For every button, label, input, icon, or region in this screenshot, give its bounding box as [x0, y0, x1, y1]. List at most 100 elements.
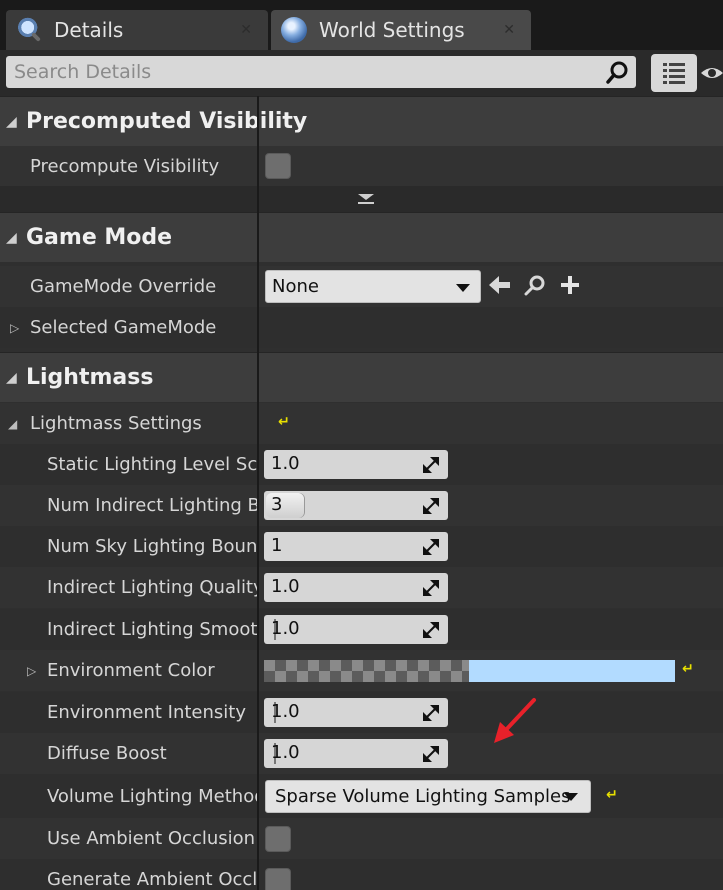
property-row[interactable]: ▷ Selected GameMode — [0, 307, 723, 348]
tab-details-label: Details — [54, 18, 124, 42]
property-label: Num Sky Lighting Bounces — [47, 536, 257, 557]
property-label: Lightmass Settings — [30, 413, 202, 434]
category-precomputed-visibility[interactable]: ◢ Precomputed Visibility — [0, 96, 723, 146]
advanced-expander[interactable] — [0, 186, 723, 212]
field-value: 1.0 — [271, 742, 300, 763]
browse-icon[interactable] — [524, 274, 546, 296]
plus-icon[interactable] — [559, 274, 581, 296]
expand-arrows-icon — [423, 622, 439, 638]
field-value: 1.0 — [271, 701, 300, 722]
expand-arrow-icon[interactable]: ▷ — [27, 664, 36, 678]
property-row[interactable]: ◢ Lightmass Settings ↵ — [0, 403, 723, 444]
field-value: 3 — [271, 494, 283, 515]
chevron-down-icon — [456, 284, 470, 292]
collapse-arrow-icon[interactable]: ◢ — [8, 417, 17, 431]
category-title: Game Mode — [26, 225, 173, 250]
expand-arrows-icon — [423, 746, 439, 762]
search-input[interactable] — [6, 61, 596, 83]
field-value: 1 — [271, 535, 283, 556]
collapse-arrow-icon: ◢ — [6, 229, 17, 246]
property-label: Environment Color — [47, 660, 215, 681]
property-label: Indirect Lighting Quality — [47, 577, 257, 598]
tab-details[interactable]: Details ✕ — [6, 10, 268, 50]
precompute-visibility-checkbox[interactable] — [265, 153, 291, 179]
expand-arrow-icon[interactable]: ▷ — [10, 321, 19, 335]
reset-to-default-icon[interactable]: ↵ — [682, 661, 694, 677]
volume-lighting-method-dropdown[interactable]: Sparse Volume Lighting Samples — [265, 780, 591, 813]
property-label: Use Ambient Occlusion — [47, 828, 256, 849]
property-row: Indirect Lighting Smoothness 1.0 — [0, 609, 723, 650]
property-label: Precompute Visibility — [30, 156, 220, 177]
search-row — [0, 50, 723, 96]
diffuse-boost-field[interactable]: 1.0 — [264, 739, 448, 768]
category-title: Precomputed Visibility — [26, 109, 308, 134]
indirect-lighting-smoothness-field[interactable]: 1.0 — [264, 615, 448, 644]
property-row: Precompute Visibility — [0, 146, 723, 187]
field-value: 1.0 — [271, 453, 300, 474]
property-label: Volume Lighting Method — [47, 785, 257, 807]
property-label: Num Indirect Lighting Bounces — [47, 495, 257, 516]
globe-icon — [281, 17, 307, 43]
property-label: Generate Ambient Occlusion — [47, 869, 257, 890]
expand-arrows-icon — [423, 705, 439, 721]
search-box — [6, 56, 636, 88]
num-sky-lighting-bounces-field[interactable]: 1 — [264, 532, 448, 561]
column-divider[interactable] — [257, 96, 259, 890]
property-label: GameMode Override — [30, 276, 217, 297]
reset-to-default-icon[interactable]: ↵ — [606, 787, 618, 803]
expand-arrows-icon — [423, 498, 439, 514]
property-row: Num Sky Lighting Bounces 1 — [0, 526, 723, 567]
field-value: 1.0 — [271, 618, 300, 639]
environment-color-swatch[interactable] — [264, 660, 675, 682]
dropdown-value: None — [272, 276, 319, 297]
expand-arrows-icon — [423, 539, 439, 555]
use-ambient-occlusion-checkbox[interactable] — [265, 826, 291, 852]
list-view-icon — [663, 63, 685, 84]
indirect-lighting-quality-field[interactable]: 1.0 — [264, 573, 448, 602]
dropdown-value: Sparse Volume Lighting Samples — [275, 786, 571, 807]
property-row: Diffuse Boost 1.0 — [0, 733, 723, 774]
color-preview — [469, 660, 675, 682]
expand-arrows-icon — [423, 580, 439, 596]
gamemode-override-dropdown[interactable]: None — [265, 270, 481, 303]
property-row: Volume Lighting Method Sparse Volume Lig… — [0, 774, 723, 818]
property-label: Environment Intensity — [47, 702, 247, 723]
num-indirect-lighting-bounces-field[interactable]: 3 — [264, 491, 448, 520]
field-value: 1.0 — [271, 576, 300, 597]
category-game-mode[interactable]: ◢ Game Mode — [0, 212, 723, 262]
tab-bar: Details ✕ World Settings ✕ — [0, 0, 723, 50]
arrow-left-icon[interactable] — [488, 274, 512, 296]
category-title: Lightmass — [26, 365, 154, 390]
static-lighting-level-scale-field[interactable]: 1.0 — [264, 450, 448, 479]
property-row: Indirect Lighting Quality 1.0 — [0, 567, 723, 608]
property-label: Selected GameMode — [30, 317, 217, 338]
reset-to-default-icon[interactable]: ↵ — [278, 414, 290, 430]
category-lightmass[interactable]: ◢ Lightmass — [0, 352, 723, 402]
property-label: Static Lighting Level Scale — [47, 454, 257, 475]
tab-world-settings[interactable]: World Settings ✕ — [271, 10, 531, 50]
collapse-arrow-icon: ◢ — [6, 113, 17, 130]
property-row: Environment Intensity 1.0 — [0, 692, 723, 733]
alpha-checker — [264, 660, 469, 682]
close-icon[interactable]: ✕ — [240, 22, 252, 38]
property-row: Use Ambient Occlusion — [0, 818, 723, 859]
property-row: Static Lighting Level Scale 1.0 — [0, 444, 723, 485]
chevron-down-icon — [564, 793, 578, 801]
property-label: Diffuse Boost — [47, 743, 167, 764]
chevron-down-icon — [358, 194, 374, 204]
view-options-button[interactable] — [651, 54, 697, 92]
tab-world-settings-label: World Settings — [319, 18, 465, 42]
search-icon[interactable] — [606, 60, 630, 84]
eye-icon[interactable] — [701, 62, 723, 84]
property-row: Generate Ambient Occlusion — [0, 859, 723, 890]
property-label: Indirect Lighting Smoothness — [47, 619, 257, 640]
magnifier-icon — [16, 17, 42, 43]
generate-ambient-occlusion-checkbox[interactable] — [265, 868, 291, 890]
close-icon[interactable]: ✕ — [503, 22, 515, 38]
expand-arrows-icon — [423, 457, 439, 473]
annotation-arrow-icon — [494, 698, 536, 743]
environment-intensity-field[interactable]: 1.0 — [264, 698, 448, 727]
property-row: GameMode Override None — [0, 266, 723, 307]
property-row: Num Indirect Lighting Bounces 3 — [0, 485, 723, 526]
collapse-arrow-icon: ◢ — [6, 369, 17, 386]
